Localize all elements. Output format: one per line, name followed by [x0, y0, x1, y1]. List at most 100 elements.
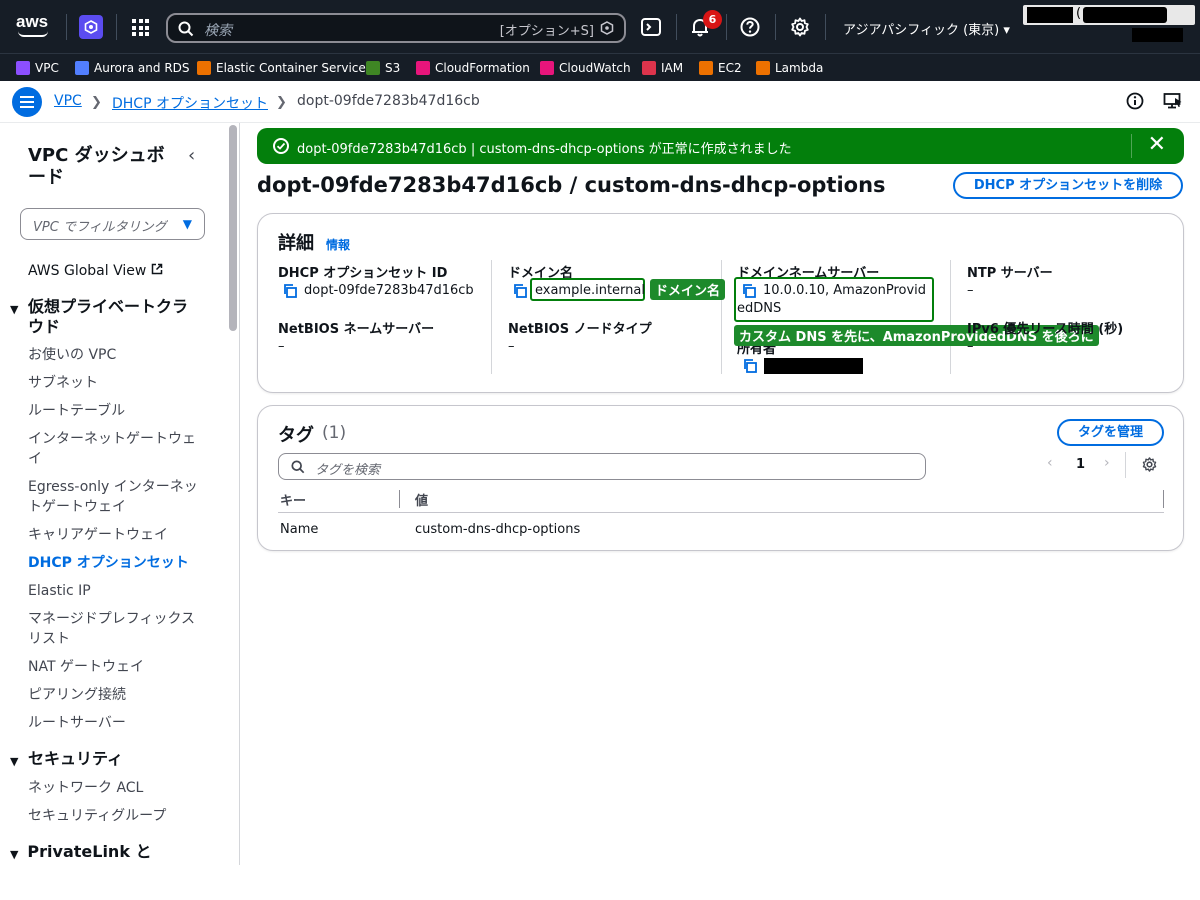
favorite-aurora-rds[interactable]: Aurora and RDS	[75, 60, 190, 76]
amazon-q-small-icon	[600, 21, 614, 35]
sidebar-item-peering[interactable]: ピアリング接続	[28, 685, 198, 705]
ipv6-lease-value: –	[967, 339, 974, 354]
column-header-value[interactable]: 値	[415, 490, 428, 509]
side-navigation: VPC ダッシュボード ‹ VPC でフィルタリング ▼ AWS Global …	[0, 123, 240, 865]
breadcrumb-current: dopt-09fde7283b47d16cb	[297, 93, 480, 109]
help-icon[interactable]	[739, 16, 761, 38]
sidebar-item-egress-only-igw[interactable]: Egress-only インターネットゲートウェイ	[28, 477, 198, 517]
ecs-service-icon	[197, 61, 211, 75]
tag-value-cell: custom-dns-dhcp-options	[415, 522, 581, 537]
tag-search-input[interactable]: タグを検索	[278, 453, 926, 480]
sidebar-section-label: PrivateLink と Lattice	[27, 842, 152, 865]
sidebar-section-privatelink[interactable]: ▼ PrivateLink と Lattice	[10, 842, 210, 865]
sidebar-item-route-servers[interactable]: ルートサーバー	[28, 713, 198, 733]
sidebar-section-security[interactable]: ▼ セキュリティ	[10, 749, 210, 772]
amazon-q-icon[interactable]	[79, 15, 103, 39]
favorite-lambda[interactable]: Lambda	[756, 60, 823, 76]
favorite-label: CloudWatch	[559, 61, 631, 75]
sidebar-scrollbar[interactable]	[229, 125, 237, 331]
main-content: dopt-09fde7283b47d16cb | custom-dns-dhcp…	[241, 123, 1200, 865]
s3-service-icon	[366, 61, 380, 75]
vpc-filter-placeholder: VPC でフィルタリング	[33, 220, 167, 235]
favorite-ec2[interactable]: EC2	[699, 60, 742, 76]
favorite-label: VPC	[35, 61, 59, 75]
info-circle-icon[interactable]	[1126, 92, 1144, 110]
sidebar-item-carrier-gateways[interactable]: キャリアゲートウェイ	[28, 525, 198, 545]
hamburger-menu-icon[interactable]	[12, 87, 42, 117]
favorite-cloudformation[interactable]: CloudFormation	[416, 60, 530, 76]
close-icon[interactable]: ✕	[1148, 134, 1166, 156]
account-menu[interactable]: (	[1023, 5, 1195, 25]
favorite-label: Lambda	[775, 61, 824, 75]
copy-icon[interactable]	[742, 358, 758, 374]
dns-servers-value: 10.0.0.10, AmazonProvidedDNS	[737, 283, 927, 316]
aws-logo[interactable]: aws	[16, 13, 50, 38]
external-link-icon	[151, 263, 163, 275]
delete-dhcp-options-button[interactable]: DHCP オプションセットを削除	[953, 172, 1183, 199]
success-check-icon	[273, 138, 289, 154]
global-search-input[interactable]: 検索 [オプション+S]	[166, 13, 626, 43]
details-info-link[interactable]: 情報	[326, 236, 350, 253]
sidebar-item-route-tables[interactable]: ルートテーブル	[28, 401, 198, 421]
sidebar-item-dhcp-options[interactable]: DHCP オプションセット	[28, 553, 198, 573]
sidebar-item-subnets[interactable]: サブネット	[28, 373, 198, 393]
favorite-cloudwatch[interactable]: CloudWatch	[540, 60, 631, 76]
column-divider	[491, 260, 492, 374]
pagination-prev-icon[interactable]: ‹	[1047, 455, 1053, 471]
search-shortcut: [オプション+S]	[499, 24, 594, 39]
flash-divider	[1131, 134, 1132, 158]
column-resizer[interactable]	[399, 490, 400, 508]
sidebar-item-global-view[interactable]: AWS Global View	[28, 261, 198, 281]
services-grid-icon[interactable]	[132, 19, 149, 36]
redacted-owner-id	[764, 358, 863, 374]
region-selector[interactable]: アジアパシフィック (東京) ▾	[843, 19, 1010, 38]
pagination-page[interactable]: 1	[1076, 457, 1085, 472]
vpc-filter-select[interactable]: VPC でフィルタリング ▼	[20, 208, 205, 240]
nav-divider	[116, 14, 117, 40]
favorite-ecs[interactable]: Elastic Container Service	[197, 60, 366, 76]
sidebar-item-prefix-lists[interactable]: マネージドプレフィックスリスト	[28, 609, 198, 649]
sidebar-item-security-groups[interactable]: セキュリティグループ	[28, 806, 198, 826]
redacted-account-id	[1083, 7, 1167, 23]
netbios-ns-value: –	[278, 339, 285, 354]
manage-tags-button[interactable]: タグを管理	[1057, 419, 1164, 446]
ntp-servers-label: NTP サーバー	[967, 266, 1053, 281]
search-placeholder: 検索	[204, 23, 232, 39]
rds-service-icon	[75, 61, 89, 75]
copy-icon[interactable]	[282, 283, 298, 299]
sidebar-item-network-acl[interactable]: ネットワーク ACL	[28, 778, 198, 798]
favorite-vpc[interactable]: VPC	[16, 60, 59, 76]
nav-divider	[726, 14, 727, 40]
column-header-key[interactable]: キー	[280, 490, 306, 509]
cloudshell-icon[interactable]	[640, 16, 662, 38]
breadcrumb-dhcp-options[interactable]: DHCP オプションセット	[112, 93, 268, 113]
sidebar-item-nat-gateways[interactable]: NAT ゲートウェイ	[28, 657, 198, 677]
pagination-next-icon[interactable]: ›	[1104, 455, 1110, 471]
settings-gear-icon[interactable]	[789, 16, 811, 38]
collapse-sidebar-icon[interactable]: ‹	[188, 145, 195, 166]
preferences-gear-icon[interactable]	[1141, 456, 1158, 473]
breadcrumb-vpc[interactable]: VPC	[54, 93, 82, 109]
netbios-type-label: NetBIOS ノードタイプ	[508, 322, 652, 337]
column-resizer[interactable]	[1163, 490, 1164, 508]
favorites-bar: VPC Aurora and RDS Elastic Container Ser…	[0, 53, 1200, 81]
copy-icon[interactable]	[512, 283, 528, 299]
dhcp-id-value: dopt-09fde7283b47d16cb	[304, 283, 474, 298]
sidebar-section-vpc[interactable]: ▼ 仮想プライベートクラウド	[10, 297, 210, 337]
cloudwatch-service-icon	[540, 61, 554, 75]
favorite-iam[interactable]: IAM	[642, 60, 683, 76]
nav-divider	[825, 14, 826, 40]
chevron-right-icon: ❯	[276, 95, 287, 110]
favorite-s3[interactable]: S3	[366, 60, 400, 76]
feedback-icon[interactable]	[1163, 92, 1183, 110]
caret-down-icon: ▼	[10, 303, 19, 316]
sidebar-section-label: セキュリティ	[28, 749, 124, 768]
redacted-user	[1132, 28, 1183, 42]
sidebar-item-your-vpcs[interactable]: お使いの VPC	[28, 345, 198, 365]
sidebar-item-elastic-ip[interactable]: Elastic IP	[28, 581, 198, 601]
domain-name-value: example.internal	[535, 283, 645, 298]
sidebar-item-internet-gateways[interactable]: インターネットゲートウェイ	[28, 429, 198, 469]
sidebar-title[interactable]: VPC ダッシュボード	[28, 145, 178, 189]
ipv6-lease-label: IPv6 優先リース時間 (秒)	[967, 322, 1124, 337]
sidebar-item-label: AWS Global View	[28, 263, 147, 279]
